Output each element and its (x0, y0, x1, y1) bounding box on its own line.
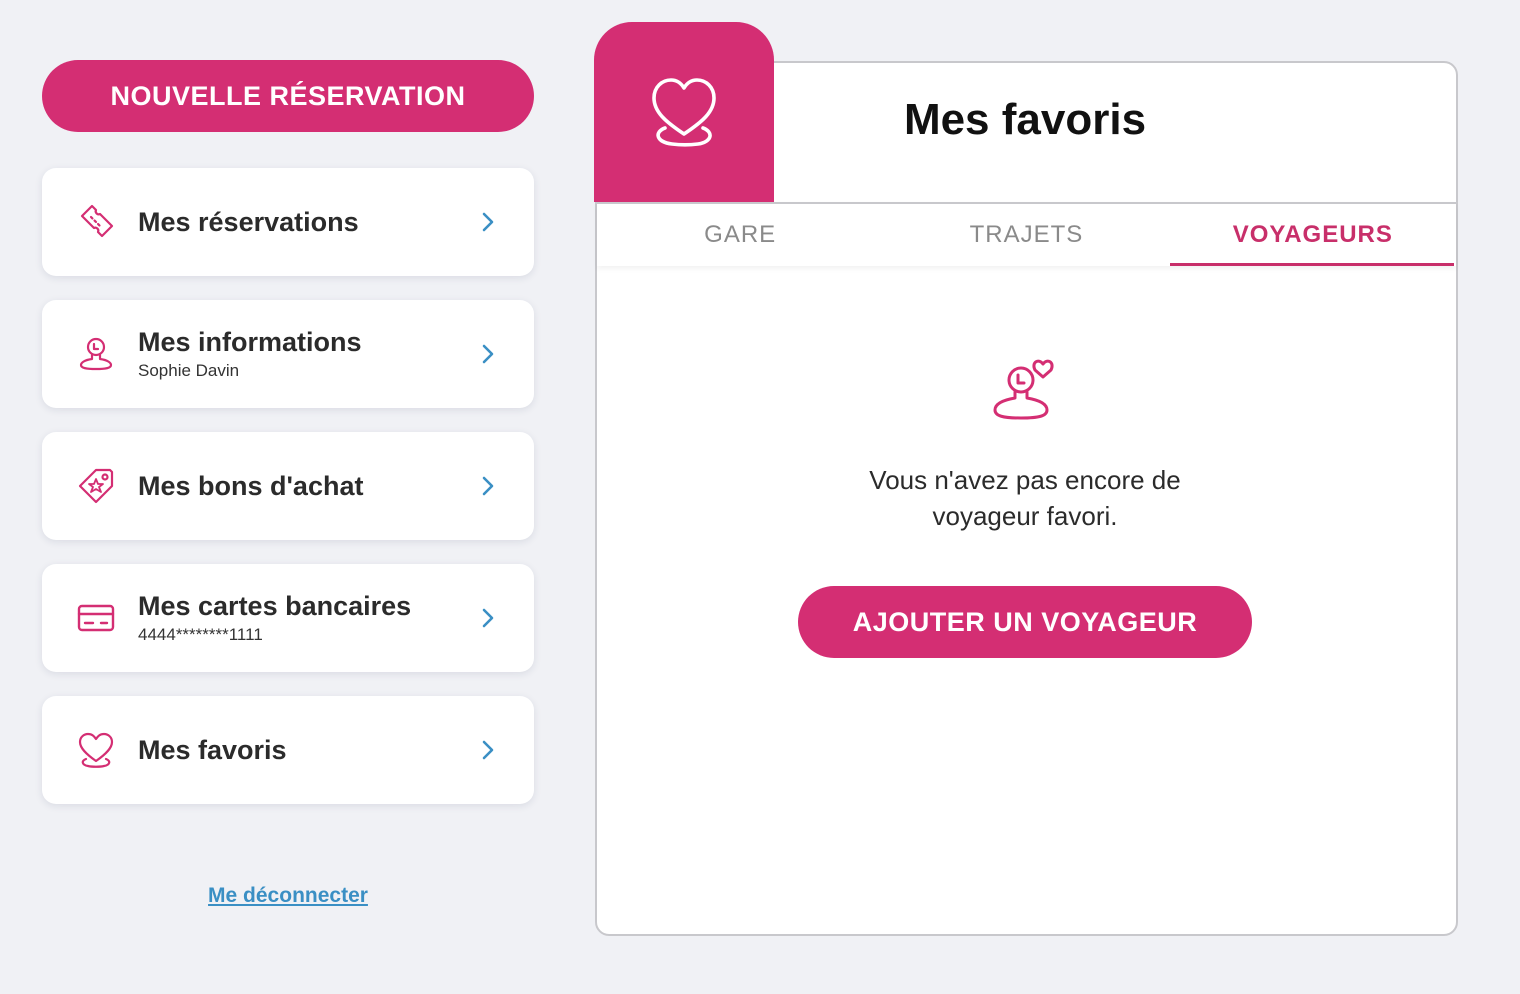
masked-card-number: 4444********1111 (138, 625, 263, 644)
sidebar-item-title: Mes bons d'achat (138, 471, 364, 501)
chevron-right-icon (482, 212, 494, 232)
sidebar-item-title: Mes informations (138, 327, 362, 357)
empty-state-line-2: voyageur favori. (932, 501, 1118, 531)
ticket-icon (76, 202, 116, 242)
heart-pin-icon (76, 730, 116, 770)
sidebar-item-text: Mes favoris (138, 734, 287, 766)
sidebar-item-text: Mes bons d'achat (138, 470, 363, 502)
empty-state-message: Vous n'avez pas encore de voyageur favor… (775, 462, 1275, 534)
sidebar-item-text: Mes réservations (138, 206, 359, 238)
heart-pin-icon (652, 78, 716, 147)
page: NOUVELLE RÉSERVATION Mes réservations Me… (0, 0, 1520, 994)
user-name: Sophie Davin (138, 361, 240, 380)
sidebar-item-informations[interactable]: Mes informations Sophie Davin (42, 300, 534, 408)
empty-state-line-1: Vous n'avez pas encore de (869, 465, 1181, 495)
favorites-tabs: GARE TRAJETS VOYAGEURS (597, 202, 1456, 266)
tab-trajets[interactable]: TRAJETS (883, 204, 1169, 266)
sidebar-item-title: Mes favoris (138, 735, 287, 765)
tab-voyageurs[interactable]: VOYAGEURS (1169, 204, 1456, 266)
sidebar-item-favorites[interactable]: Mes favoris (42, 696, 534, 804)
chevron-right-icon (482, 740, 494, 760)
voucher-tag-icon (76, 466, 116, 506)
new-booking-button[interactable]: NOUVELLE RÉSERVATION (42, 60, 534, 132)
add-traveler-button[interactable]: AJOUTER UN VOYAGEUR (798, 586, 1252, 658)
traveler-heart-icon (993, 359, 1054, 420)
sidebar-item-vouchers[interactable]: Mes bons d'achat (42, 432, 534, 540)
logout-link[interactable]: Me déconnecter (42, 884, 534, 908)
chevron-right-icon (482, 476, 494, 496)
sidebar-item-reservations[interactable]: Mes réservations (42, 168, 534, 276)
sidebar-item-text: Mes informations Sophie Davin (138, 326, 362, 382)
sidebar-item-title: Mes cartes bancaires (138, 591, 412, 621)
sidebar-item-title: Mes réservations (138, 207, 359, 237)
sidebar-item-text: Mes cartes bancaires 4444********1111 (138, 590, 411, 646)
chevron-right-icon (482, 344, 494, 364)
tab-gare[interactable]: GARE (597, 204, 883, 266)
chevron-right-icon (482, 608, 494, 628)
credit-card-icon (76, 598, 116, 638)
page-title: Mes favoris (903, 95, 1147, 144)
favorites-badge (594, 22, 774, 202)
person-icon (76, 334, 116, 374)
sidebar-item-bank-cards[interactable]: Mes cartes bancaires 4444********1111 (42, 564, 534, 672)
